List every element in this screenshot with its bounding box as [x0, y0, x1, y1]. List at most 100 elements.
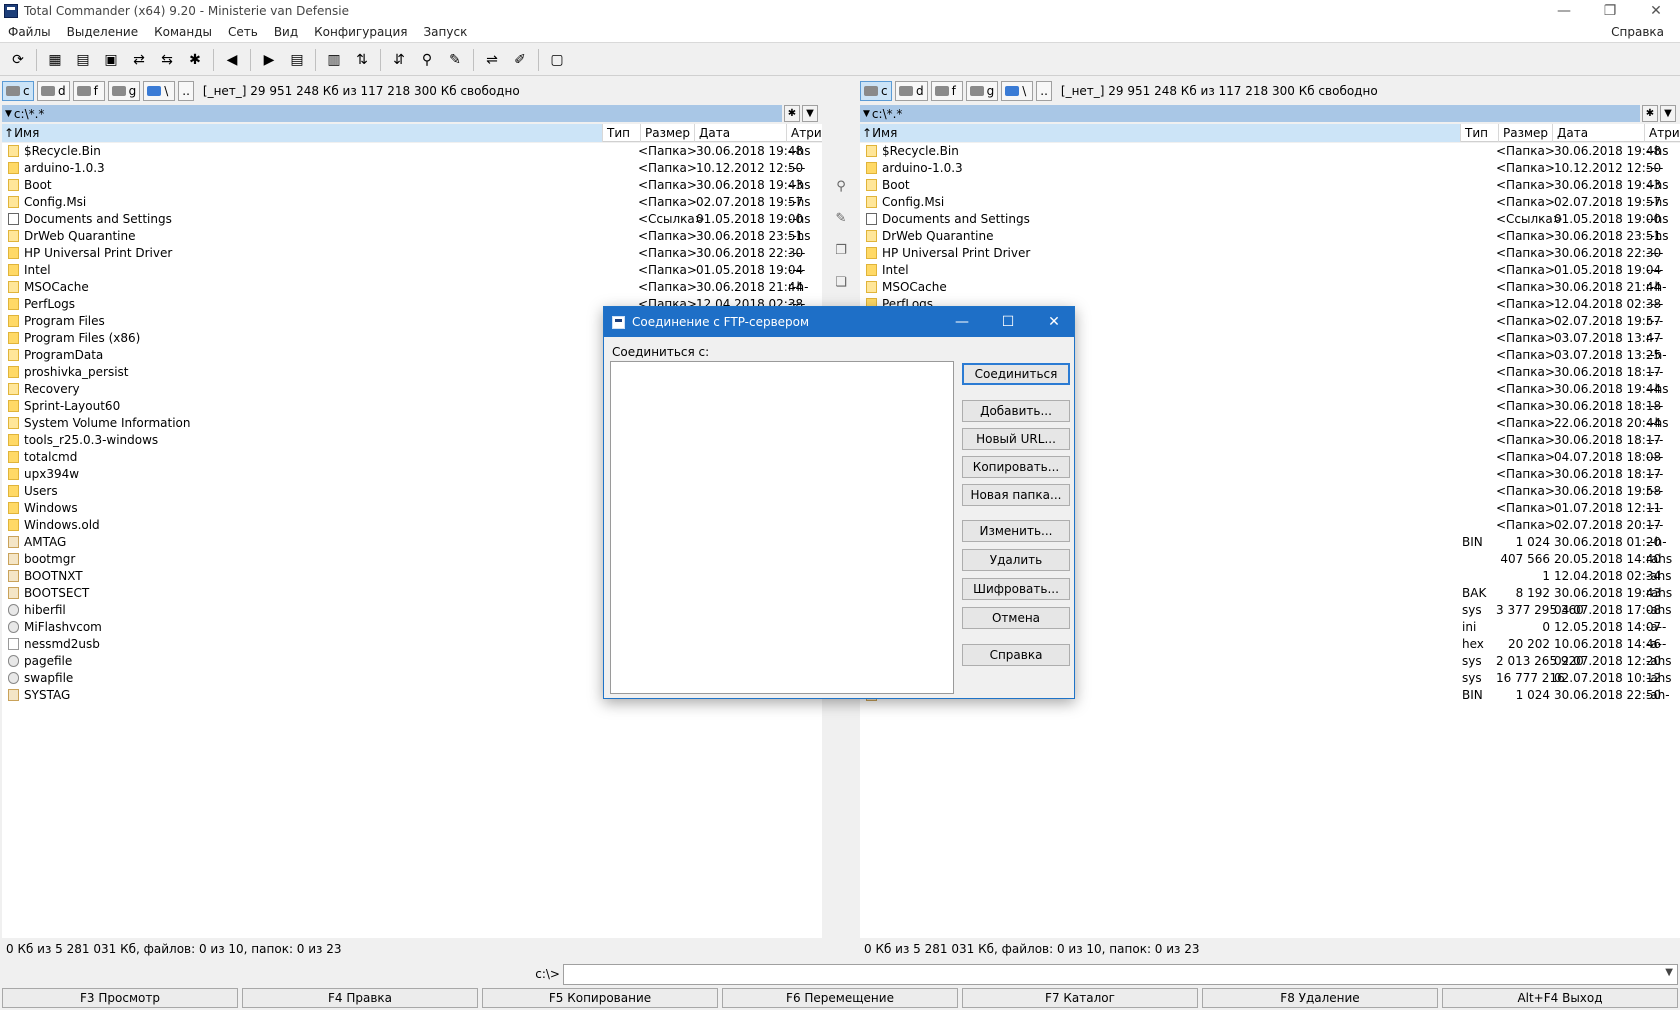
file-row[interactable]: Documents and Settings <Ссылка> 01.05.2018… — [860, 211, 1680, 228]
chevron-down-icon[interactable]: ▼ — [1665, 967, 1673, 978]
thumbnails-icon[interactable]: ▣ — [99, 48, 123, 72]
drive-button[interactable]: \ — [1001, 81, 1034, 101]
file-row[interactable]: HP Universal Print Driver <Папка> 30.06.20… — [860, 245, 1680, 262]
right-history-button[interactable]: ▼ — [1660, 105, 1676, 122]
drive-button[interactable]: g — [107, 81, 141, 101]
close-button[interactable]: ✕ — [1636, 0, 1676, 22]
edit-connection-button[interactable]: Изменить... — [962, 520, 1070, 542]
copy-connection-button[interactable]: Копировать... — [962, 456, 1070, 478]
menu-start[interactable]: Запуск — [415, 25, 475, 39]
restore-button[interactable]: ❐ — [1590, 0, 1630, 22]
right-path-bar[interactable]: ▼ c:\*.* — [860, 105, 1640, 122]
f7-mkdir-button[interactable]: F7 Каталог — [962, 988, 1198, 1008]
right-col-attr[interactable]: Атриб — [1644, 124, 1680, 142]
drive-button[interactable]: d — [895, 81, 928, 101]
left-history-button[interactable]: ▼ — [802, 105, 818, 122]
right-col-date[interactable]: Дата — [1552, 124, 1644, 142]
file-row[interactable]: Intel <Папка> 01.05.2018 19:04 ---- — [860, 262, 1680, 279]
tree-view-icon[interactable]: ▤ — [71, 48, 95, 72]
dialog-maximize-button[interactable]: ☐ — [986, 307, 1030, 337]
file-row[interactable]: HP Universal Print Driver <Папка> 30.06.20… — [2, 245, 822, 262]
f8-delete-button[interactable]: F8 Удаление — [1202, 988, 1438, 1008]
menu-help[interactable]: Справка — [1603, 25, 1672, 39]
drive-button[interactable]: \ — [143, 81, 176, 101]
file-row[interactable]: MSOCache <Папка> 30.06.2018 21:44 r-h- — [2, 279, 822, 296]
file-row[interactable]: MSOCache <Папка> 30.06.2018 21:44 r-h- — [860, 279, 1680, 296]
brief-view-icon[interactable]: ▦ — [43, 48, 67, 72]
drive-button[interactable]: f — [930, 81, 963, 101]
left-col-size[interactable]: Размер — [640, 124, 694, 142]
menu-configuration[interactable]: Конфигурация — [306, 25, 415, 39]
left-col-name[interactable]: ↑Имя — [2, 124, 602, 142]
right-favorites-button[interactable]: ✱ — [1642, 105, 1658, 122]
right-col-type[interactable]: Тип — [1460, 124, 1498, 142]
right-col-name[interactable]: ↑Имя — [860, 124, 1460, 142]
f5-copy-button[interactable]: F5 Копирование — [482, 988, 718, 1008]
ftp-icon[interactable]: ⇅ — [350, 48, 374, 72]
notepad-icon[interactable]: ✐ — [508, 48, 532, 72]
f3-view-button[interactable]: F3 Просмотр — [2, 988, 238, 1008]
file-row[interactable]: arduino-1.0.3 <Папка> 10.12.2012 12:50 ---- — [2, 160, 822, 177]
drive-button[interactable]: d — [37, 81, 70, 101]
f4-edit-button[interactable]: F4 Правка — [242, 988, 478, 1008]
rename-icon[interactable]: ✎ — [443, 48, 467, 72]
new-url-button[interactable]: Новый URL... — [962, 428, 1070, 450]
sync-icon[interactable]: ⇌ — [480, 48, 504, 72]
left-col-attr[interactable]: Атриб — [786, 124, 829, 142]
menu-view[interactable]: Вид — [266, 25, 306, 39]
parent-dir-button[interactable]: .. — [1036, 81, 1052, 101]
back-icon[interactable]: ◀ — [220, 48, 244, 72]
f6-move-button[interactable]: F6 Перемещение — [722, 988, 958, 1008]
forward-icon[interactable]: ▶ — [257, 48, 281, 72]
pack-icon[interactable]: ▤ — [285, 48, 309, 72]
minimize-button[interactable]: — — [1544, 0, 1584, 22]
search-icon[interactable]: ⚲ — [415, 48, 439, 72]
dialog-minimize-button[interactable]: — — [940, 307, 984, 337]
drive-button[interactable]: c — [860, 81, 892, 101]
parent-dir-button[interactable]: .. — [178, 81, 194, 101]
cancel-button[interactable]: Отмена — [962, 607, 1070, 629]
new-folder-button[interactable]: Новая папка... — [962, 484, 1070, 506]
unpack-icon[interactable]: ▥ — [322, 48, 346, 72]
copy-icon[interactable]: ❐ — [832, 241, 850, 259]
help-button[interactable]: Справка — [962, 644, 1070, 666]
left-path-bar[interactable]: ▼ c:\*.* — [2, 105, 782, 122]
dialog-close-button[interactable]: ✕ — [1032, 307, 1076, 337]
ftp-connection-list[interactable] — [610, 361, 954, 694]
menu-commands[interactable]: Команды — [146, 25, 220, 39]
file-row[interactable]: DrWeb Quarantine <Папка> 30.06.2018 23:51-… — [860, 228, 1680, 245]
file-row[interactable]: Intel <Папка> 01.05.2018 19:04 ---- — [2, 262, 822, 279]
drive-button[interactable]: f — [72, 81, 105, 101]
file-row[interactable]: $Recycle.Bin <Папка> 30.06.2018 19:48 --hs — [2, 143, 822, 160]
right-col-size[interactable]: Размер — [1498, 124, 1552, 142]
add-connection-button[interactable]: Добавить... — [962, 400, 1070, 422]
menu-files[interactable]: Файлы — [0, 25, 59, 39]
menu-net[interactable]: Сеть — [220, 25, 266, 39]
file-row[interactable]: Config.Msi <Папка> 02.07.2018 19:57 --hs — [2, 194, 822, 211]
file-row[interactable]: $Recycle.Bin <Папка> 30.06.2018 19:48 --hs — [860, 143, 1680, 160]
file-row[interactable]: Documents and Settings <Ссылка> 01.05.2018… — [2, 211, 822, 228]
file-row[interactable]: Boot <Папка> 30.06.2018 19:43 --hs — [2, 177, 822, 194]
move-icon[interactable]: ❏ — [832, 273, 850, 291]
drive-button[interactable]: g — [965, 81, 999, 101]
disk-icon[interactable]: ▢ — [545, 48, 569, 72]
connect-button[interactable]: Соединиться — [962, 363, 1070, 385]
command-line-input[interactable]: ▼ — [563, 964, 1678, 985]
star-icon[interactable]: ✱ — [183, 48, 207, 72]
encrypt-button[interactable]: Шифровать... — [962, 578, 1070, 600]
left-col-type[interactable]: Тип — [602, 124, 640, 142]
menu-selection[interactable]: Выделение — [59, 25, 146, 39]
file-row[interactable]: DrWeb Quarantine <Папка> 30.06.2018 23:51-… — [2, 228, 822, 245]
file-row[interactable]: Config.Msi <Папка> 02.07.2018 19:57 --hs — [860, 194, 1680, 211]
compare-icon[interactable]: ⇄ — [127, 48, 151, 72]
view-icon[interactable]: ⚲ — [832, 177, 850, 195]
invert-icon[interactable]: ⇆ — [155, 48, 179, 72]
left-favorites-button[interactable]: ✱ — [784, 105, 800, 122]
url-icon[interactable]: ⇵ — [387, 48, 411, 72]
altf4-exit-button[interactable]: Alt+F4 Выход — [1442, 988, 1678, 1008]
file-row[interactable]: Boot <Папка> 30.06.2018 19:43 --hs — [860, 177, 1680, 194]
file-row[interactable]: arduino-1.0.3 <Папка> 10.12.2012 12:50 ---- — [860, 160, 1680, 177]
drive-button[interactable]: c — [2, 81, 34, 101]
refresh-icon[interactable]: ⟳ — [6, 48, 30, 72]
delete-connection-button[interactable]: Удалить — [962, 549, 1070, 571]
